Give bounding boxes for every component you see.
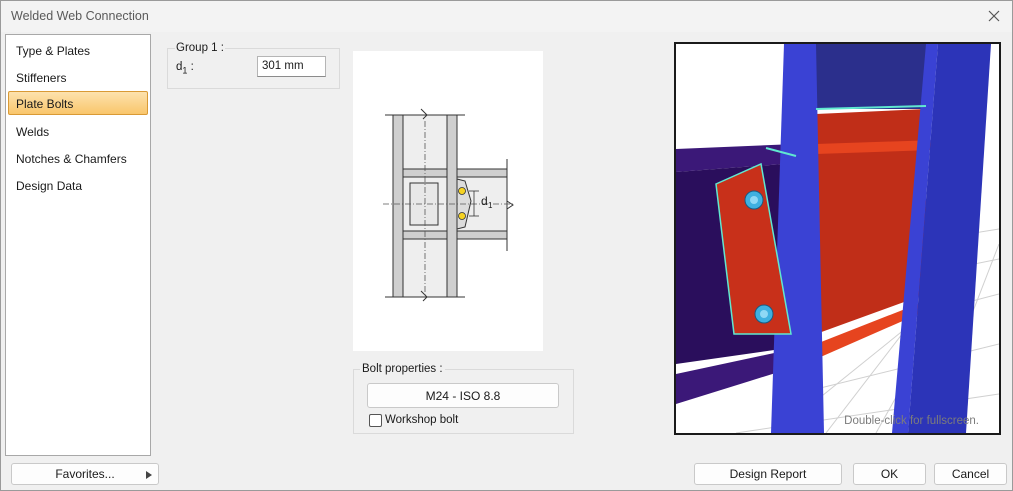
d1-label-subscript: 1 [182, 65, 188, 76]
3d-model-render [676, 44, 999, 433]
sidebar-item-design-data[interactable]: Design Data [8, 173, 148, 197]
title-bar: Welded Web Connection [1, 1, 1012, 32]
viewport-hint: Double-click for fullscreen. [844, 415, 979, 427]
d1-dimension-label: d [481, 194, 488, 208]
connection-schematic: d 1 [383, 108, 514, 302]
close-icon [988, 10, 1000, 22]
ok-button[interactable]: OK [853, 463, 926, 485]
workshop-bolt-checkbox[interactable] [369, 414, 382, 427]
d1-dimension-subscript: 1 [488, 201, 493, 210]
bolt-properties-title: Bolt properties : [360, 363, 445, 375]
d1-label: d1 : [176, 61, 194, 75]
sidebar-item-plate-bolts[interactable]: Plate Bolts [8, 91, 148, 115]
connection-drawing: d 1 [353, 51, 543, 351]
sidebar-item-type-plates[interactable]: Type & Plates [8, 38, 148, 62]
favorites-button[interactable]: Favorites... [11, 463, 159, 485]
bolt-spec-button[interactable]: M24 - ISO 8.8 [367, 383, 559, 408]
window-title: Welded Web Connection [11, 9, 149, 23]
3d-viewport[interactable]: Double-click for fullscreen. [674, 42, 1001, 435]
design-report-button[interactable]: Design Report [694, 463, 842, 485]
favorites-label: Favorites... [55, 467, 115, 481]
dialog-window: Welded Web Connection Type & Plates Stif… [0, 0, 1013, 491]
chevron-right-icon [146, 471, 152, 479]
sidebar-item-stiffeners[interactable]: Stiffeners [8, 65, 148, 89]
sidebar-item-notches-chamfers[interactable]: Notches & Chamfers [8, 146, 148, 170]
cancel-button[interactable]: Cancel [934, 463, 1007, 485]
d1-label-colon: : [190, 61, 194, 73]
group1-title: Group 1 : [175, 42, 225, 54]
sidebar-item-welds[interactable]: Welds [8, 119, 148, 143]
d1-input[interactable]: 301 mm [257, 56, 326, 77]
sidebar-nav: Type & Plates Stiffeners Plate Bolts Wel… [5, 34, 151, 456]
workshop-bolt-label: Workshop bolt [385, 414, 459, 426]
close-button[interactable] [982, 5, 1006, 27]
